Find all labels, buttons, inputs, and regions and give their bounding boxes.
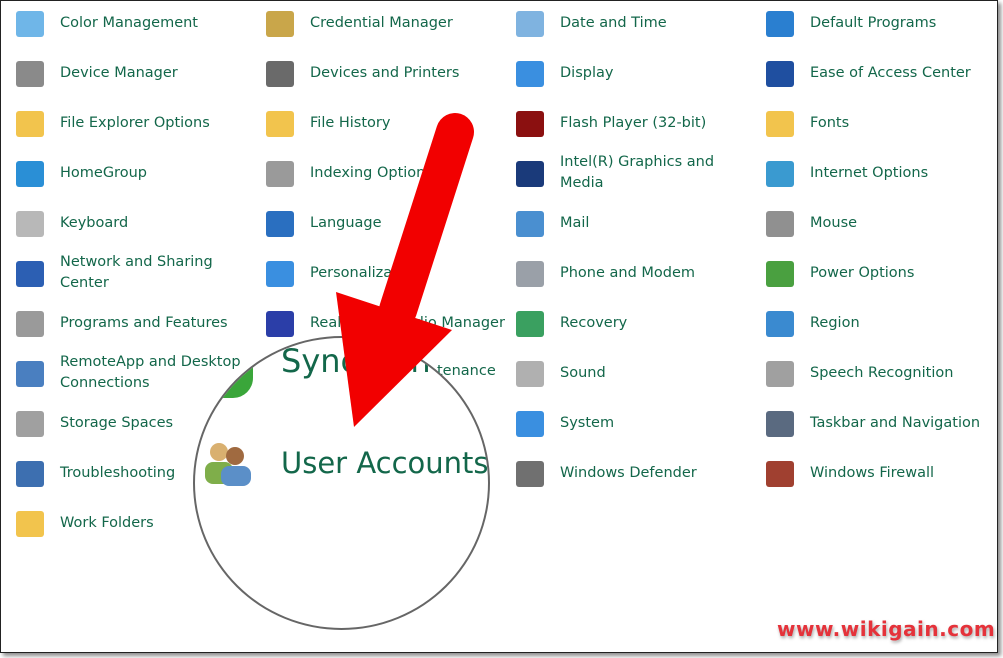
arrow-head bbox=[336, 292, 452, 427]
red-arrow-annotation bbox=[336, 113, 474, 427]
watermark: www.wikigain.com bbox=[777, 617, 996, 641]
arrow-shaft bbox=[379, 113, 474, 329]
